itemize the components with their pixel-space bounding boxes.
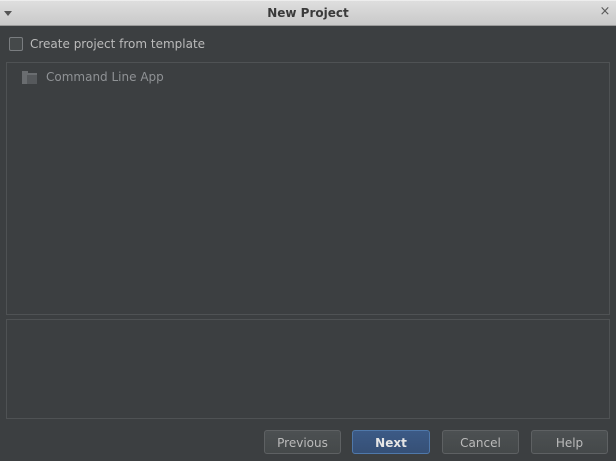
template-description-panel bbox=[6, 319, 610, 419]
close-icon[interactable]: × bbox=[598, 4, 612, 20]
list-item-command-line-app[interactable]: Command Line App bbox=[22, 69, 164, 85]
help-button[interactable]: Help bbox=[531, 430, 608, 454]
new-project-dialog: New Project × Create project from templa… bbox=[0, 0, 616, 461]
cancel-button[interactable]: Cancel bbox=[442, 430, 519, 454]
title-bar[interactable]: New Project × bbox=[0, 0, 616, 26]
next-button[interactable]: Next bbox=[352, 430, 430, 454]
create-from-template-label[interactable]: Create project from template bbox=[30, 37, 205, 51]
previous-button[interactable]: Previous bbox=[264, 430, 341, 454]
window-title: New Project bbox=[267, 6, 349, 20]
list-item-label: Command Line App bbox=[46, 70, 164, 84]
create-from-template-row[interactable]: Create project from template bbox=[9, 37, 205, 51]
folder-icon bbox=[22, 70, 37, 84]
template-list[interactable]: Command Line App bbox=[6, 62, 610, 315]
create-from-template-checkbox[interactable] bbox=[9, 37, 23, 51]
